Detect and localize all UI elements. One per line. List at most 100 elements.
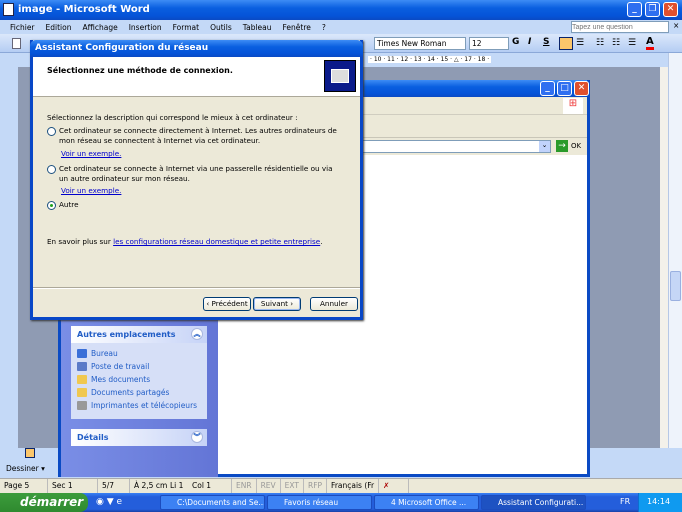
status-rev[interactable]: REV [257,479,281,493]
new-doc-icon[interactable] [12,38,21,49]
place-mes-documents[interactable]: Mes documents [71,373,207,386]
example-link-2[interactable]: Voir un exemple. [61,186,121,196]
back-button[interactable]: ‹ Précédent [203,297,251,311]
go-button[interactable]: OK [571,142,581,150]
place-label: Poste de travail [91,362,150,371]
center-button[interactable]: ☰ [576,38,584,48]
restore-button[interactable]: ❐ [645,2,660,17]
cancel-button[interactable]: Annuler [310,297,358,311]
underline-button[interactable]: S [543,37,549,47]
other-places-header[interactable]: Autres emplacements ︽ [71,326,207,343]
place-label: Bureau [91,349,118,358]
numbered-list-button[interactable]: ☷ [596,38,604,48]
place-label: Documents partagés [91,388,170,397]
radio-other[interactable] [47,201,56,210]
task-assistant[interactable]: Assistant Configurati... [481,495,586,510]
font-select[interactable]: Times New Roman [374,37,466,50]
dialog-heading: Sélectionnez une méthode de connexion. [47,66,233,75]
computer-icon [77,362,87,371]
menu-fichier[interactable]: Fichier [10,23,35,32]
status-enr[interactable]: ENR [232,479,257,493]
expand-icon[interactable]: ︾ [191,431,203,443]
learn-prefix: En savoir plus sur [47,237,114,246]
example-link-1[interactable]: Voir un exemple. [61,149,121,159]
details-header[interactable]: Détails ︾ [71,429,207,446]
vertical-scrollbar[interactable] [668,53,682,448]
menu-outils[interactable]: Outils [210,23,232,32]
status-line: Li 1 [170,481,184,490]
place-label: Imprimantes et télécopieurs [91,401,198,410]
language-indicator[interactable]: FR [620,497,630,506]
task-favoris-reseau[interactable]: Favoris réseau [267,495,372,510]
place-documents-partages[interactable]: Documents partagés [71,386,207,399]
ruler-ticks: · 10 · 11 · 12 · 13 · 14 · 15 · △ · 17 ·… [368,56,492,63]
status-ext[interactable]: EXT [281,479,304,493]
dialog-title: Assistant Configuration du réseau [35,43,209,53]
draw-menu[interactable]: Dessiner ▾ [6,464,45,473]
system-tray: 14:14 [638,493,682,512]
menu-edition[interactable]: Edition [46,23,72,32]
taskbar: démarrer ◉ ▼ e C:\Documents and Se... Fa… [0,493,682,512]
explorer-close-button[interactable]: ✕ [574,81,589,96]
font-color-button[interactable]: A [646,36,654,50]
option-other-label[interactable]: Autre [59,200,79,210]
status-language[interactable]: Français (Fr [327,479,380,493]
menu-fenetre[interactable]: Fenêtre [283,23,311,32]
align-left-button[interactable] [559,37,573,50]
bold-button[interactable]: G [512,37,519,47]
menu-tableau[interactable]: Tableau [243,23,272,32]
italic-button[interactable]: I [528,37,531,47]
menu-help[interactable]: ? [322,23,326,32]
place-imprimantes[interactable]: Imprimantes et télécopieurs [71,399,207,412]
help-search-input[interactable] [571,21,669,33]
status-bar: Page 5 Sec 1 5/7 À 2,5 cm Li 1 Col 1 ENR… [0,478,682,493]
spelling-icon[interactable]: ✗ [379,479,410,493]
view-layout-button[interactable] [25,448,35,458]
close-button[interactable]: ✕ [663,2,678,17]
next-button[interactable]: Suivant › [253,297,301,311]
minimize-button[interactable]: _ [627,2,642,17]
option-gateway-label[interactable]: Cet ordinateur se connecte à Internet vi… [59,164,339,184]
go-arrow-icon[interactable]: → [556,140,568,152]
other-places-panel: Autres emplacements ︽ Bureau Poste de tra… [71,326,207,419]
learn-suffix: . [320,237,323,246]
chevron-down-icon[interactable]: ⌄ [539,141,550,152]
explorer-maximize-button[interactable]: □ [557,81,572,96]
printer-icon [77,401,87,410]
windows-logo-icon: ⊞ [563,98,583,114]
start-label: démarrer [20,495,84,509]
vertical-ruler[interactable] [0,53,18,448]
bullets-button[interactable]: ☷ [612,38,620,48]
place-bureau[interactable]: Bureau [71,347,207,360]
status-rfp[interactable]: RFP [304,479,328,493]
details-title: Détails [77,433,109,442]
option-direct-label[interactable]: Cet ordinateur se connecte directement à… [59,126,349,146]
start-button[interactable]: démarrer [0,493,88,512]
network-icon [324,60,356,92]
radio-direct[interactable] [47,127,56,136]
menu-affichage[interactable]: Affichage [82,23,117,32]
clock: 14:14 [647,497,671,506]
prompt-text: Sélectionnez la description qui correspo… [47,113,298,122]
other-places-title: Autres emplacements [77,330,176,339]
folder-icon [77,375,87,384]
collapse-icon[interactable]: ︽ [191,328,203,340]
task-documents[interactable]: C:\Documents and Se... [160,495,265,510]
details-panel: Détails ︾ [71,429,207,446]
separator [33,287,360,289]
dialog-header: Sélectionnez une méthode de connexion. [33,57,360,97]
menu-insertion[interactable]: Insertion [129,23,162,32]
scroll-thumb[interactable] [670,271,681,301]
document-page[interactable] [660,67,668,448]
explorer-minimize-button[interactable]: _ [540,81,555,96]
quicklaunch-icons[interactable]: ◉ ▼ e [96,497,122,507]
learn-more-link[interactable]: les configurations réseau domestique et … [113,237,320,246]
close-doc-icon[interactable]: × [673,21,679,30]
radio-gateway[interactable] [47,165,56,174]
indent-button[interactable]: ☰ [628,38,636,48]
menu-format[interactable]: Format [173,23,199,32]
size-select[interactable]: 12 [469,37,509,50]
place-poste-de-travail[interactable]: Poste de travail [71,360,207,373]
task-word[interactable]: 4 Microsoft Office ... [374,495,479,510]
learn-more-text: En savoir plus sur les configurations ré… [47,237,323,247]
